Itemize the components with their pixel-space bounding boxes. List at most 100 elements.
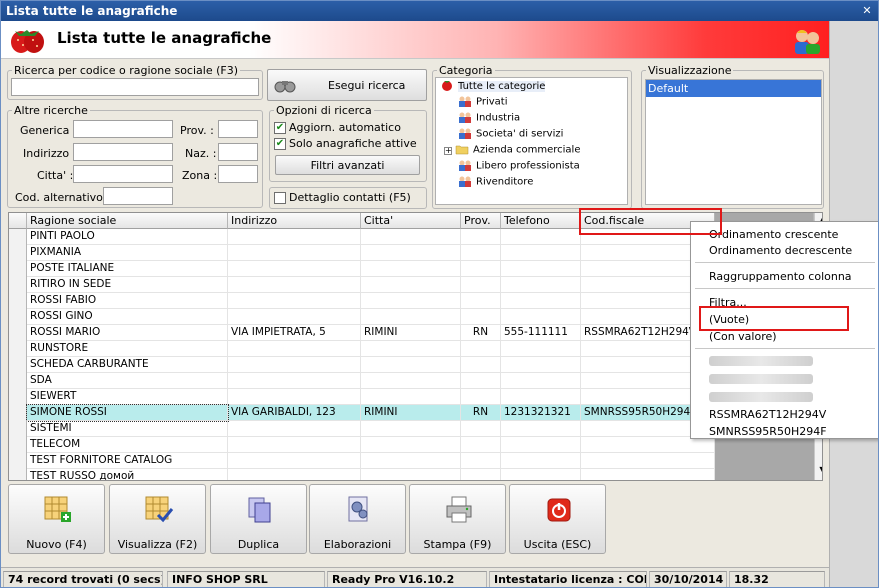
cell-address[interactable] <box>228 373 361 389</box>
row-indicator[interactable] <box>9 277 27 293</box>
cell-phone[interactable] <box>501 357 581 373</box>
row-indicator[interactable] <box>9 357 27 373</box>
cell-address[interactable] <box>228 357 361 373</box>
city-input[interactable] <box>73 165 173 183</box>
cell-city[interactable] <box>361 229 461 245</box>
cell-tax-code[interactable] <box>581 453 715 469</box>
cell-prov[interactable] <box>461 357 501 373</box>
cell-prov[interactable] <box>461 245 501 261</box>
cell-name[interactable]: SISTEMI <box>27 421 228 437</box>
cell-address[interactable] <box>228 389 361 405</box>
cell-prov[interactable] <box>461 453 501 469</box>
cell-prov[interactable] <box>461 277 501 293</box>
menu-blurred-value[interactable] <box>709 374 813 384</box>
cell-phone[interactable] <box>501 277 581 293</box>
row-indicator[interactable] <box>9 437 27 453</box>
cell-address[interactable] <box>228 277 361 293</box>
menu-group-column[interactable]: Raggruppamento colonna <box>709 270 852 283</box>
row-indicator[interactable] <box>9 453 27 469</box>
cell-city[interactable] <box>361 277 461 293</box>
cell-phone[interactable] <box>501 389 581 405</box>
cell-phone[interactable] <box>501 245 581 261</box>
row-indicator[interactable] <box>9 373 27 389</box>
cell-prov[interactable] <box>461 261 501 277</box>
col-header-address[interactable]: Indirizzo <box>228 213 361 229</box>
cell-city[interactable] <box>361 261 461 277</box>
row-indicator[interactable] <box>9 469 27 480</box>
cell-phone[interactable] <box>501 309 581 325</box>
cell-name[interactable]: PINTI PAOLO <box>27 229 228 245</box>
cell-tax-code[interactable] <box>581 437 715 453</box>
cell-name[interactable]: POSTE ITALIANE <box>27 261 228 277</box>
cell-prov[interactable] <box>461 229 501 245</box>
table-row[interactable]: SIMONE ROSSI VIA GARIBALDI, 123 RIMINI RN 12… <box>9 404 715 422</box>
table-row[interactable]: ROSSI GINO <box>9 309 715 325</box>
tree-item-services[interactable]: Societa' di servizi <box>458 128 563 144</box>
cell-city[interactable] <box>361 309 461 325</box>
generic-input[interactable] <box>73 120 173 138</box>
tree-item-private[interactable]: Privati <box>458 96 508 112</box>
expand-icon[interactable]: + <box>444 146 452 155</box>
zone-input[interactable] <box>218 165 258 183</box>
cell-prov[interactable] <box>461 309 501 325</box>
prov-input[interactable] <box>218 120 258 138</box>
col-header-prov[interactable]: Prov. <box>461 213 501 229</box>
table-row[interactable]: RUNSTORE <box>9 341 715 357</box>
menu-sort-desc[interactable]: Ordinamento decrescente <box>709 244 852 257</box>
new-button[interactable]: Nuovo (F4) <box>8 484 105 554</box>
cell-phone[interactable] <box>501 453 581 469</box>
cell-name[interactable]: RUNSTORE <box>27 341 228 357</box>
cell-city[interactable] <box>361 421 461 437</box>
tree-item-freelance[interactable]: Libero professionista <box>458 160 580 176</box>
cell-city[interactable] <box>361 453 461 469</box>
naz-input[interactable] <box>218 143 258 161</box>
menu-value-1[interactable]: RSSMRA62T12H294V <box>709 408 826 421</box>
cell-name[interactable]: ROSSI FABIO <box>27 293 228 309</box>
cell-name[interactable]: TEST RUSSO домой <box>27 469 228 480</box>
view-button[interactable]: Visualizza (F2) <box>109 484 206 554</box>
close-icon[interactable]: ✕ <box>860 4 874 18</box>
cell-prov[interactable] <box>461 421 501 437</box>
cell-city[interactable] <box>361 437 461 453</box>
cell-name[interactable]: SIEWERT <box>27 389 228 405</box>
cell-phone[interactable] <box>501 293 581 309</box>
cell-name[interactable]: SCHEDA CARBURANTE <box>27 357 228 373</box>
table-row[interactable]: SISTEMI <box>9 421 715 437</box>
cell-name[interactable]: ROSSI GINO <box>27 309 228 325</box>
cell-prov[interactable]: RN <box>461 405 501 421</box>
cell-phone[interactable] <box>501 437 581 453</box>
search-input[interactable] <box>11 78 259 96</box>
cell-city[interactable] <box>361 293 461 309</box>
table-row[interactable]: RITIRO IN SEDE <box>9 277 715 293</box>
cell-phone[interactable]: 555-111111 <box>501 325 581 341</box>
cell-address[interactable] <box>228 309 361 325</box>
menu-blurred-value[interactable] <box>709 356 813 366</box>
cell-city[interactable]: RIMINI <box>361 405 461 421</box>
cell-prov[interactable] <box>461 341 501 357</box>
cell-prov[interactable] <box>461 469 501 480</box>
tree-item-commercial[interactable]: + Azienda commerciale <box>444 144 581 160</box>
table-row[interactable]: POSTE ITALIANE <box>9 261 715 277</box>
tree-item-all[interactable]: Tutte le categorie <box>440 80 546 96</box>
duplicate-button[interactable]: Duplica <box>210 484 307 554</box>
cell-phone[interactable] <box>501 469 581 480</box>
cell-prov[interactable] <box>461 437 501 453</box>
cell-address[interactable]: VIA IMPIETRATA, 5 <box>228 325 361 341</box>
cell-city[interactable] <box>361 341 461 357</box>
table-row[interactable]: SDA <box>9 373 715 389</box>
cell-city[interactable]: RIMINI <box>361 325 461 341</box>
table-row[interactable]: PIXMANIA <box>9 245 715 261</box>
row-indicator[interactable] <box>9 421 27 437</box>
process-button[interactable]: Elaborazioni <box>309 484 406 554</box>
cell-address[interactable] <box>228 453 361 469</box>
table-row[interactable]: ROSSI FABIO <box>9 293 715 309</box>
menu-filter-with-value[interactable]: (Con valore) <box>709 330 777 343</box>
auto-update-checkbox[interactable]: ✔ <box>274 122 286 134</box>
exit-button[interactable]: Uscita (ESC) <box>509 484 606 554</box>
row-indicator[interactable] <box>9 405 27 421</box>
cell-prov[interactable] <box>461 373 501 389</box>
cell-name[interactable]: SDA <box>27 373 228 389</box>
menu-value-2[interactable]: SMNRSS95R50H294F <box>709 425 827 438</box>
row-indicator[interactable] <box>9 261 27 277</box>
tree-item-industry[interactable]: Industria <box>458 112 520 128</box>
